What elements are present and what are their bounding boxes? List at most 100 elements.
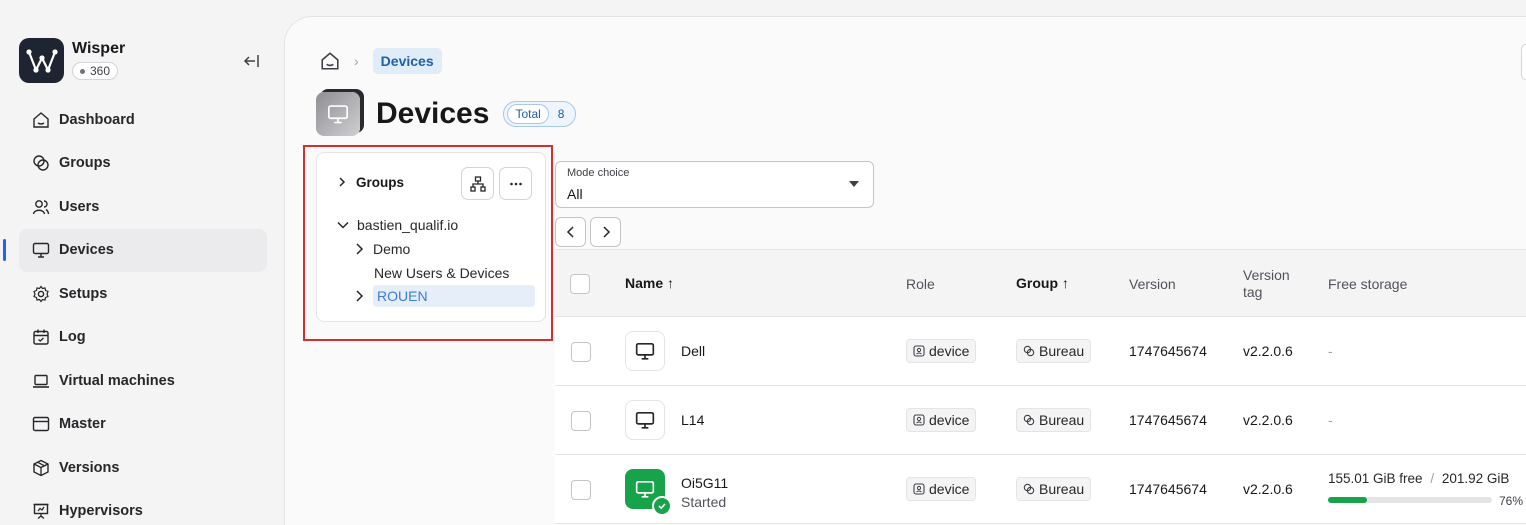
sidebar-item-users[interactable]: Users [19,185,267,229]
device-name[interactable]: Oi5G11 [681,475,728,491]
group-label: Bureau [1039,343,1085,359]
role-chip: device [906,477,977,501]
sidebar-item-label: Devices [59,242,114,259]
monitor-icon [625,331,665,371]
total-count: 8 [557,107,565,121]
app-logo-icon [19,38,64,83]
sidebar-item-virtual-machines[interactable]: Virtual machines [19,359,267,403]
table-row[interactable]: Dell device Bureau 1747645674 v2.2.0.6 - [555,317,1526,386]
row-checkbox[interactable] [571,480,591,500]
table-row[interactable]: L14 device Bureau 1747645674 v2.2.0.6 - [555,386,1526,455]
group-label: Bureau [1039,412,1085,428]
group-label: Bureau [1039,481,1085,497]
sidebar-item-label: Versions [59,459,120,476]
collapse-sidebar-icon[interactable] [242,52,260,70]
device-version-tag: v2.2.0.6 [1243,343,1293,359]
column-free-storage[interactable]: Free storage [1328,276,1407,292]
sidebar-item-label: Virtual machines [59,372,175,389]
page-title: Devices [376,97,490,130]
mode-choice-value: All [567,186,583,202]
role-label: device [929,412,970,428]
total-badge: Total 8 [503,101,577,127]
id-badge-icon [913,414,925,426]
sidebar-item-groups[interactable]: Groups [19,142,267,186]
table-row[interactable]: Oi5G11 Started device Bureau 1747645674 … [555,455,1526,524]
monitor-icon [316,92,360,136]
presentation-icon [31,501,51,521]
storage-progress-fill [1328,497,1368,503]
check-icon [652,496,672,516]
breadcrumb: › Devices [320,48,442,74]
sidebar-item-label: Dashboard [59,111,135,128]
device-version: 1747645674 [1129,343,1207,359]
storage-summary: 155.01 GiB free / 201.92 GiB [1328,471,1509,486]
mode-choice-select[interactable]: Mode choice All [555,161,874,208]
column-version[interactable]: Version [1129,276,1176,292]
sidebar-item-master[interactable]: Master [19,403,267,447]
badge-dot-icon [80,68,85,74]
breadcrumb-current[interactable]: Devices [372,48,442,74]
previous-page-button[interactable] [555,217,586,247]
role-label: device [929,481,970,497]
role-chip: device [906,339,977,363]
sidebar-item-label: Setups [59,285,108,302]
device-status: Started [681,494,727,510]
top-right-button[interactable] [1521,44,1526,80]
mode-choice-label: Mode choice [567,167,630,179]
sidebar-item-label: Log [59,329,86,346]
storage-percent: 76% [1499,494,1524,508]
row-checkbox[interactable] [571,411,591,431]
active-indicator [3,239,6,261]
column-version-tag-line2[interactable]: tag [1243,284,1262,300]
app-badge-count: 360 [90,64,111,78]
device-storage: - [1328,412,1333,428]
sidebar-item-dashboard[interactable]: Dashboard [19,98,267,142]
sidebar-item-versions[interactable]: Versions [19,446,267,490]
sidebar-item-log[interactable]: Log [19,316,267,360]
storage-progress-bar [1328,497,1492,503]
next-page-button[interactable] [590,217,621,247]
device-name[interactable]: L14 [681,412,704,428]
row-checkbox[interactable] [571,342,591,362]
sidebar: Wisper 360 Dashboard Groups Users Device… [0,0,284,525]
app-name: Wisper [72,40,126,57]
sidebar-item-label: Master [59,416,106,433]
group-chip: Bureau [1016,408,1092,432]
group-chip: Bureau [1016,339,1092,363]
column-group[interactable]: Group ↑ [1016,275,1069,291]
column-role[interactable]: Role [906,276,935,292]
monitor-icon [625,469,672,516]
sidebar-item-setups[interactable]: Setups [19,272,267,316]
sidebar-item-label: Groups [59,155,111,172]
group-chip: Bureau [1016,477,1092,501]
column-name[interactable]: Name ↑ [625,275,674,291]
devices-table: Name ↑ Role Group ↑ Version Version tag … [555,249,1526,525]
storage-separator: / [1430,471,1435,486]
groups-icon [1023,414,1035,426]
device-version-tag: v2.2.0.6 [1243,481,1293,497]
page-header: Devices Total 8 [316,92,577,136]
role-label: device [929,343,970,359]
device-version-tag: v2.2.0.6 [1243,412,1293,428]
caret-down-icon [849,181,859,187]
id-badge-icon [913,483,925,495]
total-label: Total [507,104,549,124]
device-version: 1747645674 [1129,481,1207,497]
device-name[interactable]: Dell [681,343,705,359]
brand: Wisper 360 [19,38,125,83]
sidebar-nav: Dashboard Groups Users Devices Setups Lo… [19,98,267,525]
sidebar-item-hypervisors[interactable]: Hypervisors [19,490,267,525]
monitor-icon [625,400,665,440]
sidebar-item-devices[interactable]: Devices [19,228,267,272]
home-icon[interactable] [320,51,340,71]
storage-free: 155.01 GiB free [1328,471,1423,486]
column-version-tag-line1[interactable]: Version [1243,267,1290,283]
device-storage: - [1328,343,1333,359]
storage-total: 201.92 GiB [1441,471,1510,486]
highlight-annotation [303,145,553,341]
device-version: 1747645674 [1129,412,1207,428]
calendar-icon [31,327,51,347]
users-icon [31,197,51,217]
id-badge-icon [913,345,925,357]
select-all-checkbox[interactable] [570,274,590,294]
